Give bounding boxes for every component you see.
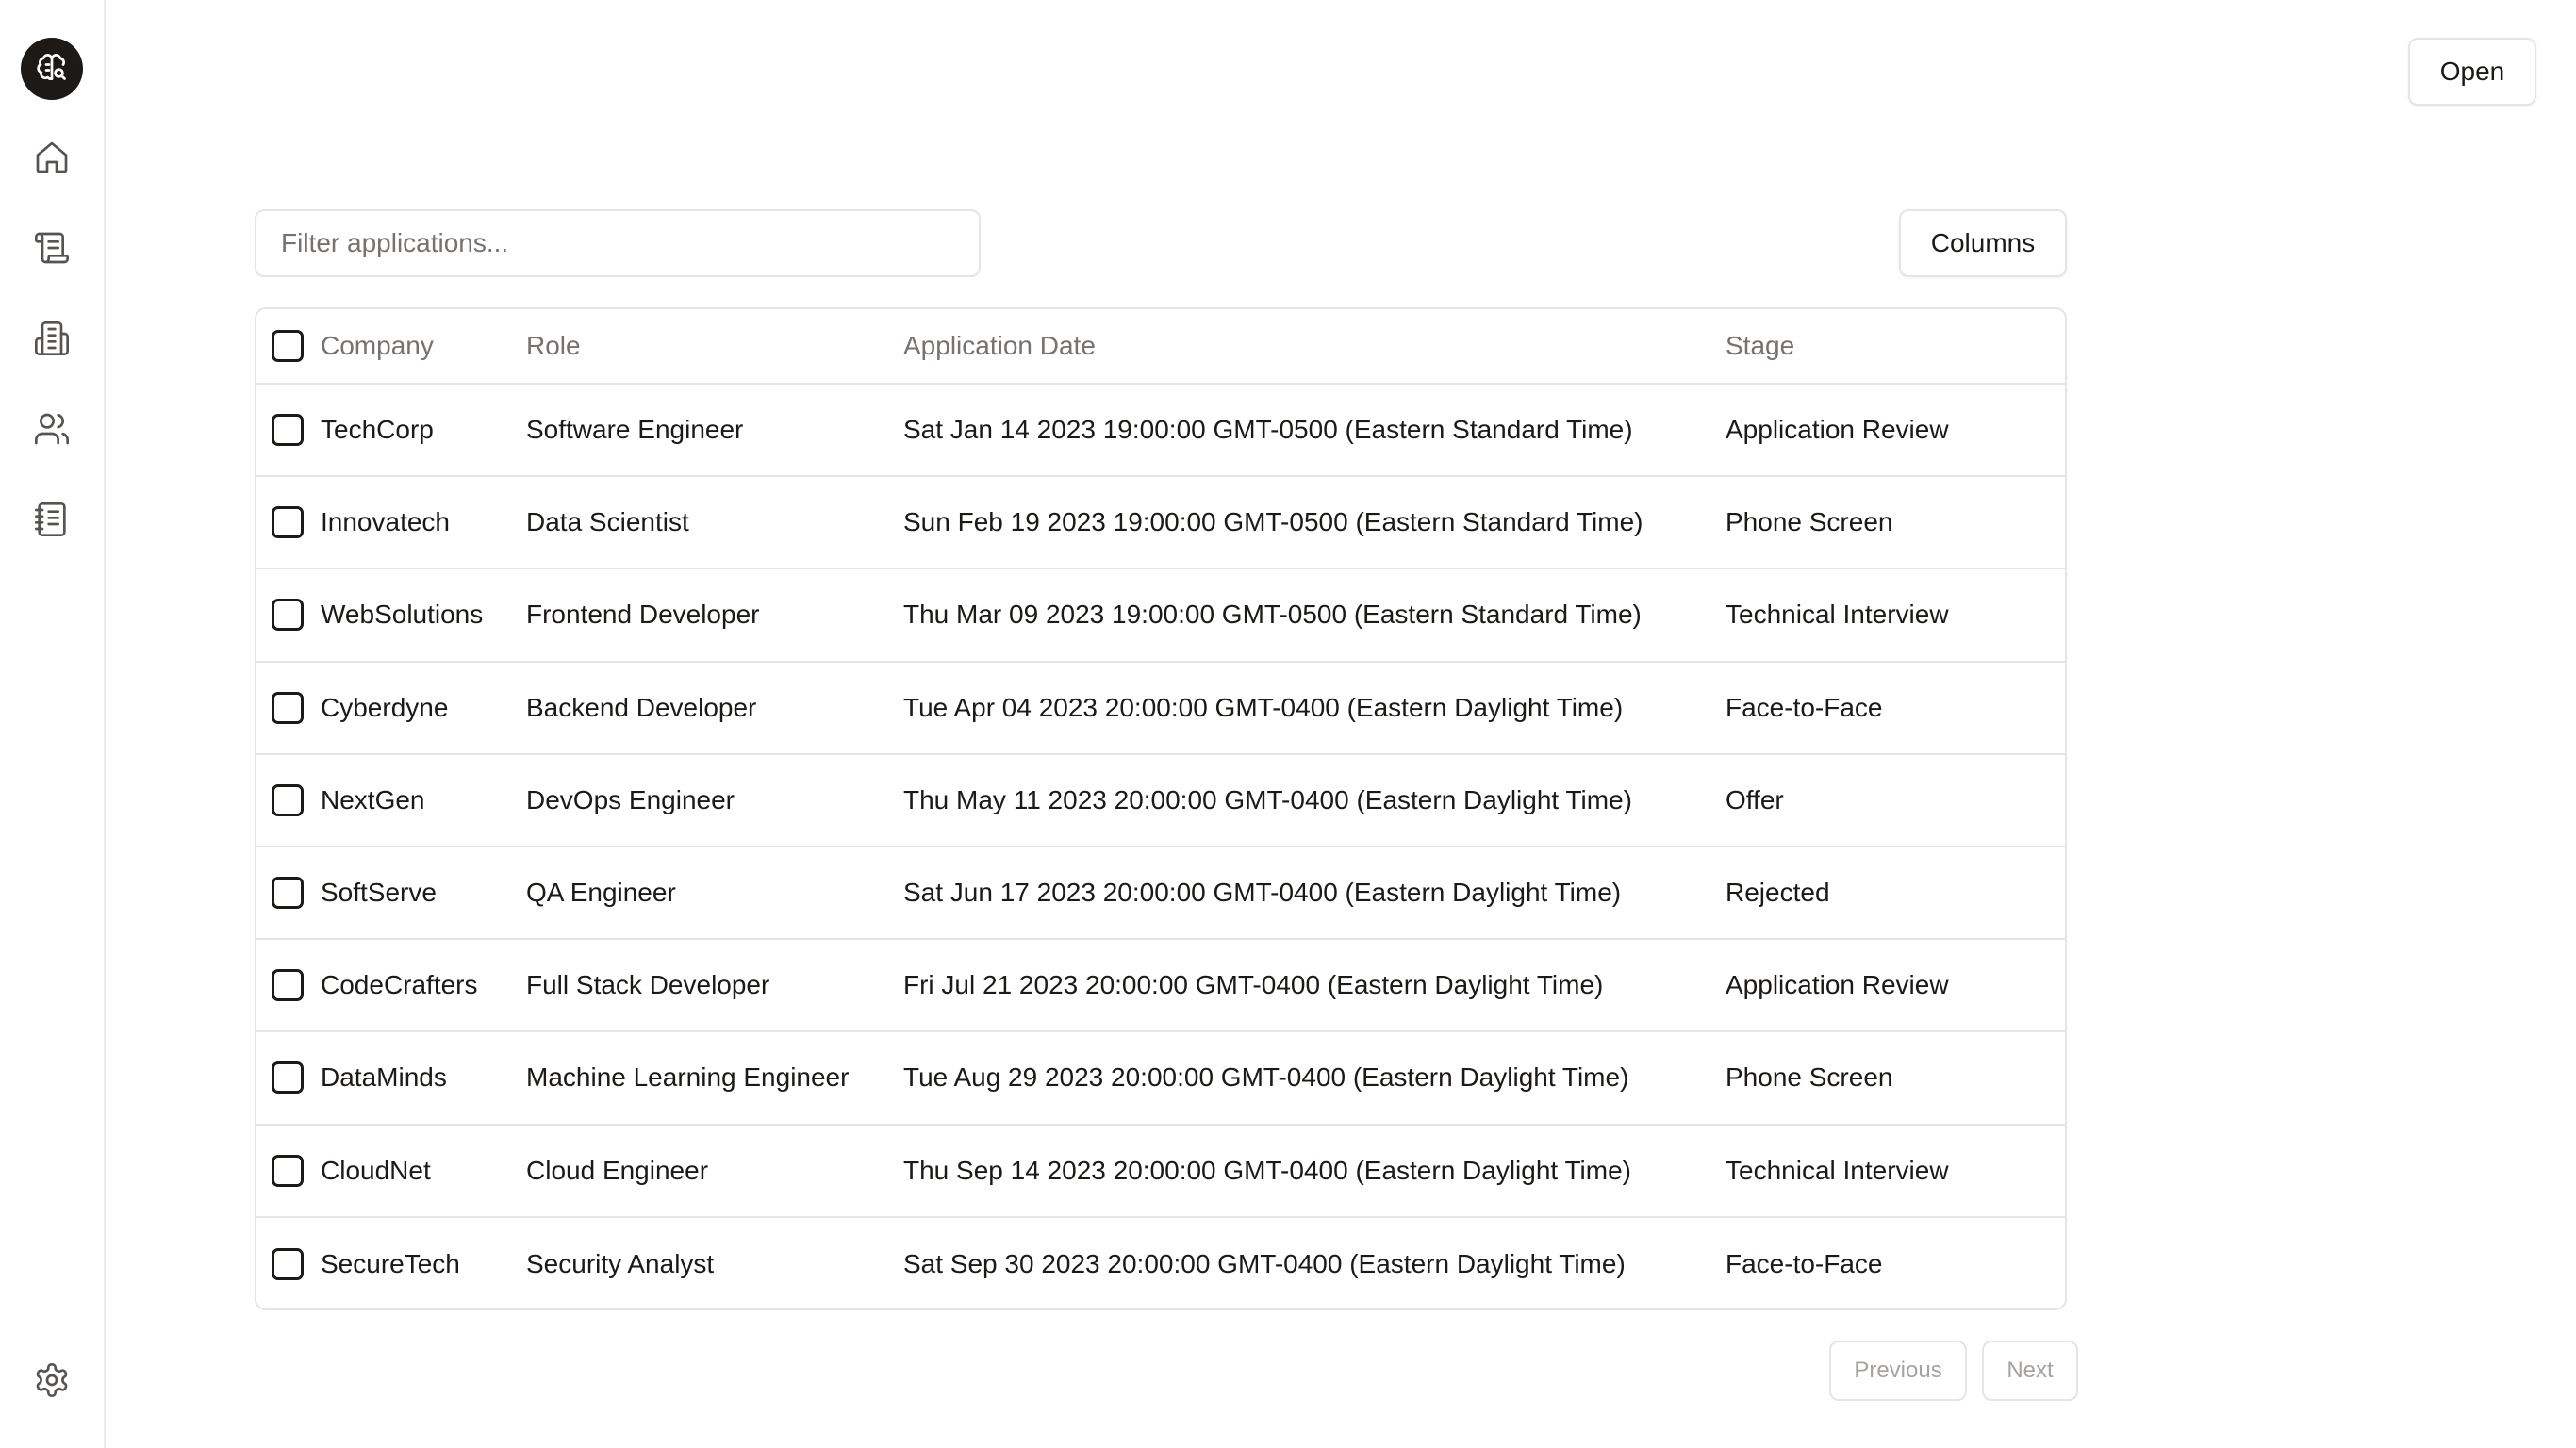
row-select-checkbox[interactable]	[272, 969, 304, 1002]
sidebar-item-settings[interactable]	[31, 1359, 73, 1401]
table-header: Company Role Application Date Stage	[256, 309, 2065, 385]
table-row[interactable]: CloudNet Cloud Engineer Thu Sep 14 2023 20…	[256, 1126, 2065, 1218]
table-row[interactable]: Cyberdyne Backend Developer Tue Apr 04 202…	[256, 663, 2065, 755]
cell-application-date: Sat Sep 30 2023 20:00:00 GMT-0400 (Easte…	[903, 1248, 1626, 1278]
cell-stage: Phone Screen	[1726, 1062, 1893, 1093]
cell-company: WebSolutions	[321, 600, 484, 630]
cell-role: Security Analyst	[526, 1248, 715, 1278]
scroll-icon	[35, 232, 69, 264]
cell-role: Frontend Developer	[526, 600, 760, 630]
cell-application-date: Thu Mar 09 2023 19:00:00 GMT-0500 (Easte…	[903, 600, 1642, 630]
cell-stage: Technical Interview	[1726, 1155, 1949, 1185]
cell-company: NextGen	[321, 784, 425, 814]
sidebar-item-notes[interactable]	[31, 499, 73, 540]
column-header-company[interactable]: Company	[321, 309, 434, 383]
brain-icon	[37, 54, 66, 80]
cell-stage: Offer	[1726, 784, 1784, 814]
sidebar-item-applications[interactable]	[31, 227, 73, 269]
column-header-stage[interactable]: Stage	[1726, 309, 1794, 383]
building-icon	[35, 321, 69, 355]
cell-role: Full Stack Developer	[526, 970, 770, 1000]
table-row[interactable]: DataMinds Machine Learning Engineer Tue Au…	[256, 1032, 2065, 1126]
cell-stage: Face-to-Face	[1726, 692, 1883, 722]
cell-stage: Technical Interview	[1726, 600, 1949, 630]
table-row[interactable]: WebSolutions Frontend Developer Thu Mar 09…	[256, 569, 2065, 663]
table-row[interactable]: CodeCrafters Full Stack Developer Fri Jul …	[256, 940, 2065, 1033]
cell-role: DevOps Engineer	[526, 784, 735, 814]
table-row[interactable]: Innovatech Data Scientist Sun Feb 19 2023 …	[256, 477, 2065, 570]
table-row[interactable]: NextGen DevOps Engineer Thu May 11 2023 20…	[256, 755, 2065, 847]
cell-company: SoftServe	[321, 878, 437, 908]
columns-button[interactable]: Columns	[1899, 209, 2067, 277]
cell-role: Data Scientist	[526, 507, 689, 537]
cell-company: CodeCrafters	[321, 970, 478, 1000]
home-icon	[36, 141, 68, 173]
column-header-application-date[interactable]: Application Date	[903, 309, 1096, 383]
column-header-role[interactable]: Role	[526, 309, 581, 383]
cell-stage: Rejected	[1726, 878, 1830, 908]
select-all-checkbox[interactable]	[272, 330, 304, 362]
cell-application-date: Thu Sep 14 2023 20:00:00 GMT-0400 (Easte…	[903, 1155, 1631, 1185]
cell-application-date: Sun Feb 19 2023 19:00:00 GMT-0500 (Easte…	[903, 507, 1643, 537]
cell-stage: Face-to-Face	[1726, 1248, 1883, 1278]
row-select-checkbox[interactable]	[272, 877, 304, 910]
cell-company: SecureTech	[321, 1248, 460, 1278]
sidebar	[0, 0, 106, 1448]
cell-application-date: Tue Apr 04 2023 20:00:00 GMT-0400 (Easte…	[903, 692, 1624, 722]
next-page-button[interactable]: Next	[1982, 1341, 2078, 1401]
row-select-checkbox[interactable]	[272, 414, 304, 447]
row-select-checkbox[interactable]	[272, 1247, 304, 1280]
row-select-checkbox[interactable]	[272, 506, 304, 539]
previous-page-button[interactable]: Previous	[1829, 1341, 1967, 1401]
row-select-checkbox[interactable]	[272, 783, 304, 816]
cell-role: Machine Learning Engineer	[526, 1062, 850, 1093]
cell-company: CloudNet	[321, 1155, 431, 1185]
cell-application-date: Thu May 11 2023 20:00:00 GMT-0400 (Easte…	[903, 784, 1632, 814]
sidebar-item-contacts[interactable]	[31, 408, 73, 450]
row-select-checkbox[interactable]	[272, 1154, 304, 1187]
app-logo[interactable]	[21, 38, 83, 100]
open-button[interactable]: Open	[2408, 38, 2536, 106]
table-row[interactable]: TechCorp Software Engineer Sat Jan 14 2023…	[256, 385, 2065, 478]
cell-role: Backend Developer	[526, 692, 757, 722]
cell-company: TechCorp	[321, 415, 434, 445]
cell-company: Innovatech	[321, 507, 450, 537]
cell-company: Cyberdyne	[321, 692, 449, 722]
cell-application-date: Tue Aug 29 2023 20:00:00 GMT-0400 (Easte…	[903, 1062, 1629, 1093]
settings-icon	[36, 1363, 68, 1397]
row-select-checkbox[interactable]	[272, 599, 304, 632]
cell-application-date: Sat Jun 17 2023 20:00:00 GMT-0400 (Easte…	[903, 878, 1622, 908]
cell-stage: Application Review	[1726, 970, 1949, 1000]
cell-application-date: Fri Jul 21 2023 20:00:00 GMT-0400 (Easte…	[903, 970, 1604, 1000]
cell-stage: Phone Screen	[1726, 507, 1893, 537]
cell-stage: Application Review	[1726, 415, 1949, 445]
users-icon	[35, 413, 69, 445]
row-select-checkbox[interactable]	[272, 1061, 304, 1094]
applications-table: Company Role Application Date Stage Tech…	[255, 307, 2067, 1310]
filter-input[interactable]	[255, 209, 981, 277]
table-row[interactable]: SoftServe QA Engineer Sat Jun 17 2023 20:0…	[256, 847, 2065, 941]
cell-role: QA Engineer	[526, 878, 676, 908]
table-row[interactable]: SecureTech Security Analyst Sat Sep 30 202…	[256, 1218, 2065, 1308]
row-select-checkbox[interactable]	[272, 691, 304, 724]
cell-role: Cloud Engineer	[526, 1155, 709, 1185]
sidebar-item-home[interactable]	[31, 137, 73, 178]
sidebar-item-companies[interactable]	[31, 318, 73, 359]
cell-role: Software Engineer	[526, 415, 744, 445]
notebook-icon	[35, 502, 66, 536]
cell-application-date: Sat Jan 14 2023 19:00:00 GMT-0500 (Easte…	[903, 415, 1633, 445]
cell-company: DataMinds	[321, 1062, 447, 1093]
